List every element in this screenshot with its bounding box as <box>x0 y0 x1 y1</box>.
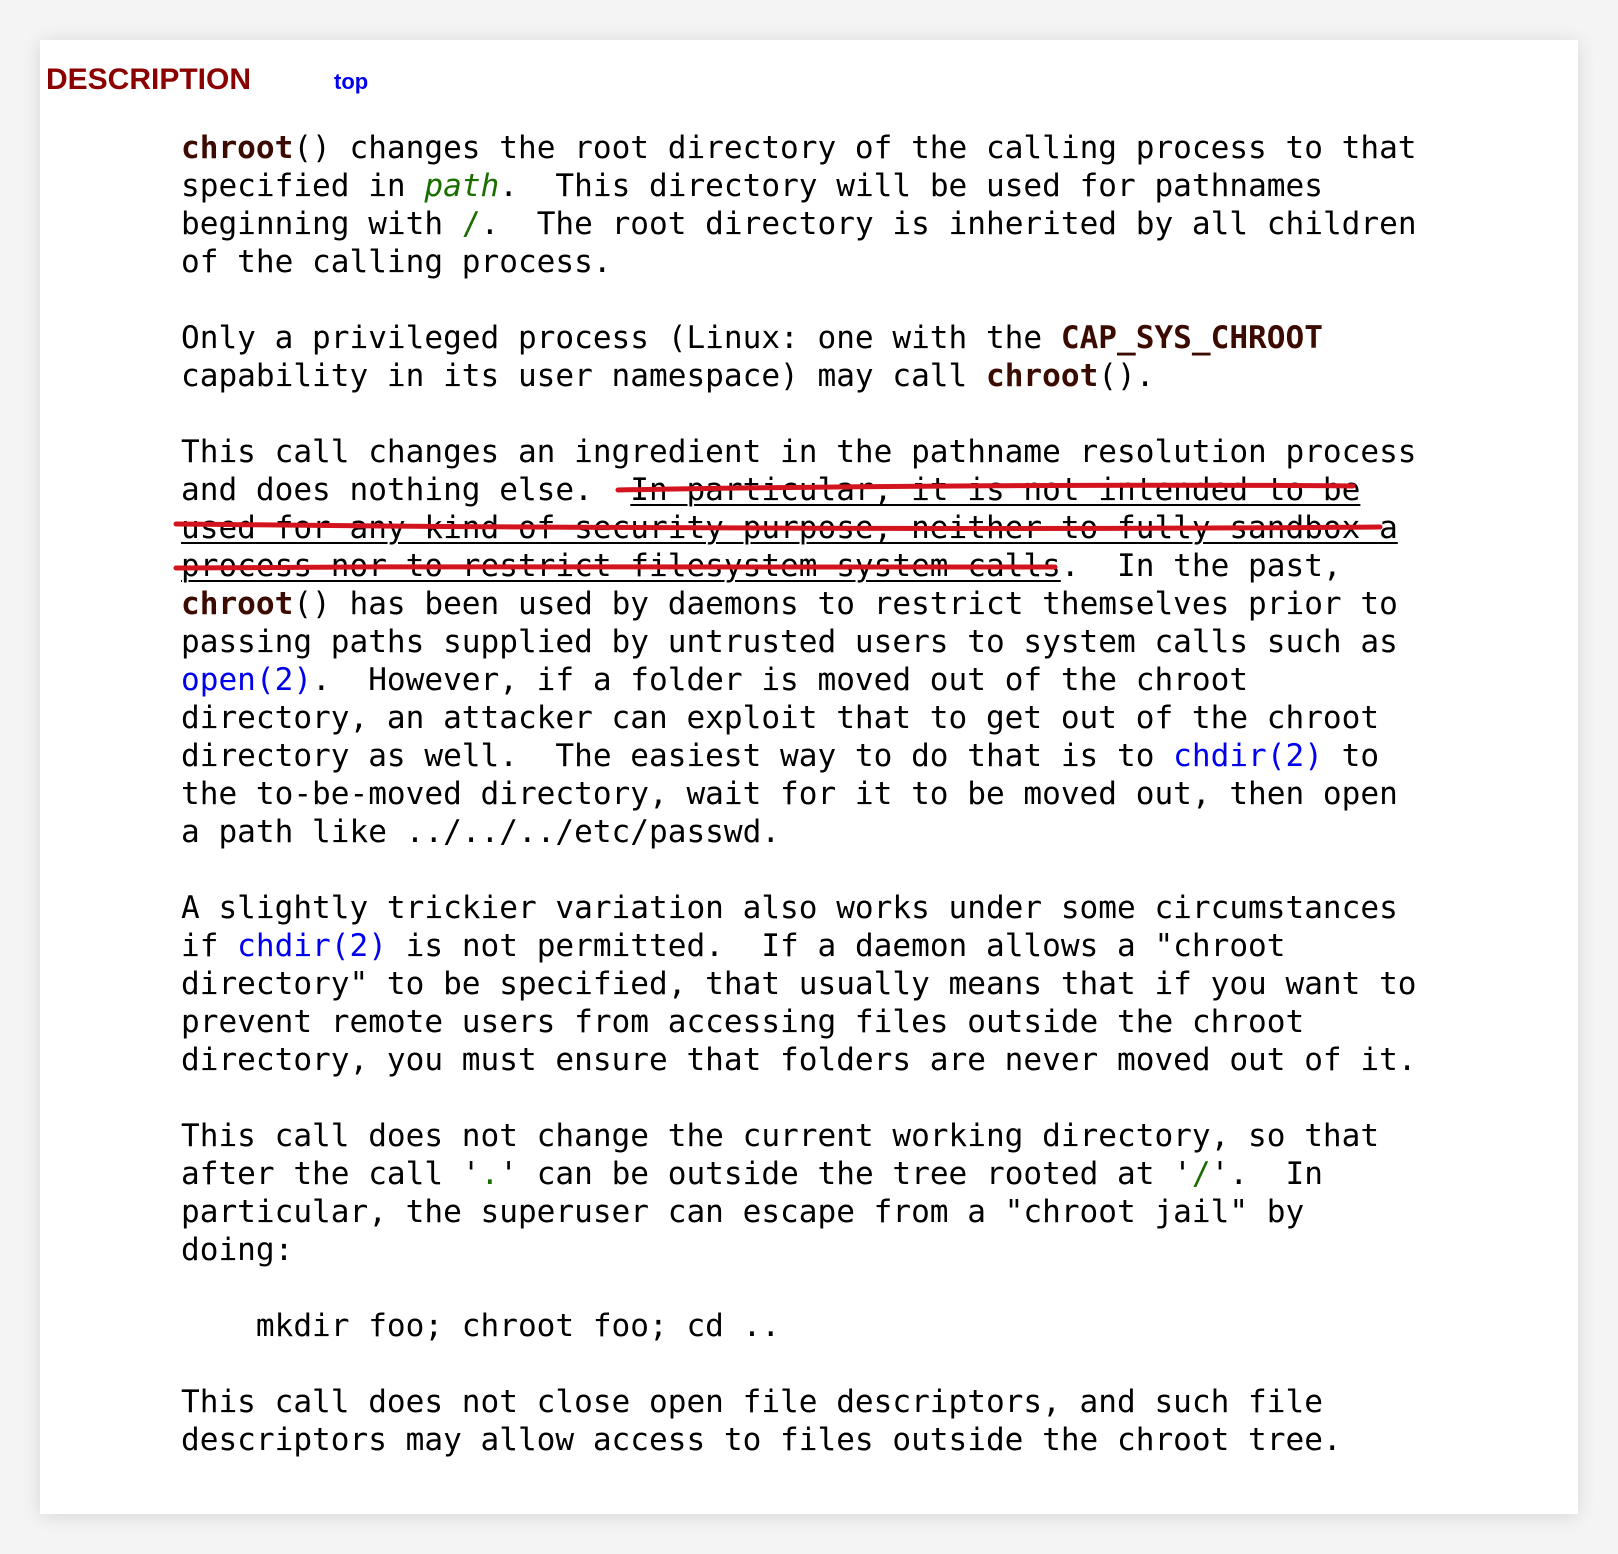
paragraph-4: A slightly trickier variation also works… <box>181 890 1417 1078</box>
chdir-2-link[interactable]: chdir(2) <box>1173 738 1323 774</box>
paragraph-3: This call changes an ingredient in the p… <box>181 434 1417 850</box>
underlined-sentence-part-3: process nor to restrict filesystem syste… <box>181 548 1061 584</box>
paragraph-6: This call does not close open file descr… <box>181 1384 1342 1458</box>
capability-name: CAP_SYS_CHROOT <box>1060 320 1323 356</box>
paragraph-5: This call does not change the current wo… <box>181 1118 1380 1268</box>
section-heading: DESCRIPTION <box>46 63 252 96</box>
underlined-sentence-part-2: used for any kind of security purpose, n… <box>181 510 1398 546</box>
function-name: chroot <box>181 586 294 622</box>
open-2-link[interactable]: open(2) <box>181 662 312 698</box>
function-name: chroot <box>181 130 294 166</box>
root-slash: / <box>1191 1156 1211 1192</box>
current-dir-dot: . <box>480 1156 500 1192</box>
paragraph-1: chroot() changes the root directory of t… <box>181 130 1417 280</box>
paragraph-2: Only a privileged process (Linux: one wi… <box>181 320 1323 394</box>
root-slash: / <box>461 206 481 242</box>
underlined-sentence-part-1: In particular, it is not intended to be <box>630 472 1361 508</box>
argument-name: path <box>424 168 500 204</box>
chdir-2-link[interactable]: chdir(2) <box>237 928 387 964</box>
code-example: mkdir foo; chroot foo; cd .. <box>181 1308 781 1344</box>
man-page-card: DESCRIPTION top chroot() changes the roo… <box>40 40 1578 1514</box>
description-text: chroot() changes the root directory of t… <box>181 129 1417 1459</box>
top-link[interactable]: top <box>334 66 368 98</box>
function-name: chroot <box>985 358 1099 394</box>
